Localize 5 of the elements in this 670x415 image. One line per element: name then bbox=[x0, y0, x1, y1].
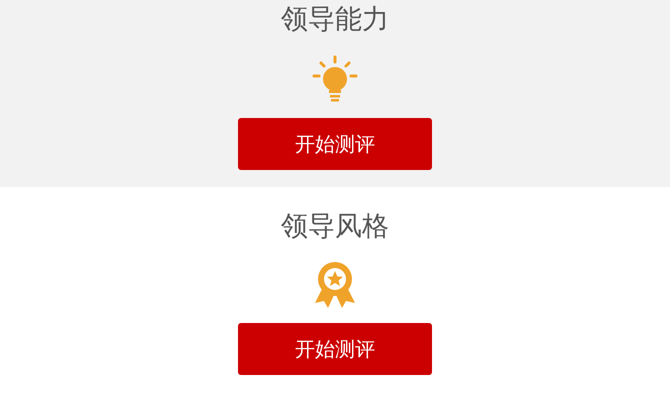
start-assessment-button[interactable]: 开始测评 bbox=[238, 118, 432, 170]
section-title: 领导能力 bbox=[281, 3, 389, 37]
start-assessment-button[interactable]: 开始测评 bbox=[238, 323, 432, 375]
section-title: 领导风格 bbox=[281, 210, 389, 244]
lightbulb-icon bbox=[310, 54, 360, 104]
